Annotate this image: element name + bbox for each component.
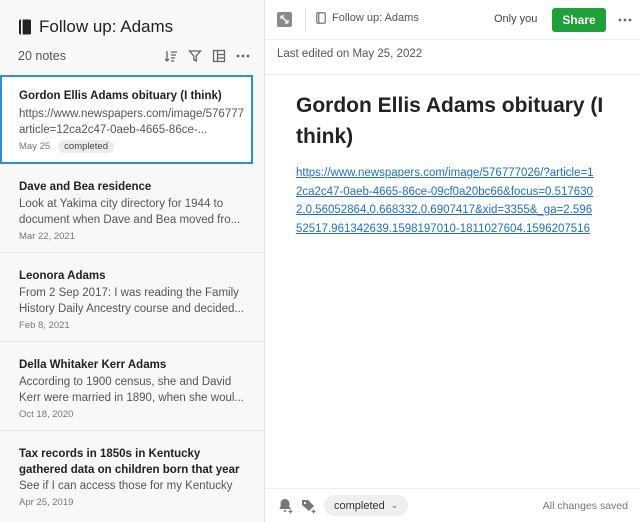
notebook-outline-icon (316, 12, 326, 24)
note-title-field[interactable]: Gordon Ellis Adams obituary (I think) (296, 90, 616, 152)
note-title: Dave and Bea residence (19, 181, 152, 193)
note-date: Apr 25, 2019 (19, 497, 74, 508)
notes-list: Gordon Ellis Adams obituary (I think) ht… (0, 75, 264, 521)
last-edited: Last edited on May 25, 2022 (277, 48, 423, 60)
note-card[interactable]: Gordon Ellis Adams obituary (I think) ht… (0, 75, 253, 164)
breadcrumb[interactable]: Follow up: Adams (316, 12, 419, 24)
note-date: Mar 22, 2021 (19, 231, 75, 242)
notebook-title: Follow up: Adams (39, 17, 174, 36)
tag-pill[interactable]: completed ⌄ (324, 495, 409, 516)
note-count: 20 notes (18, 49, 66, 63)
note-snippet: https://www.newspapers.com/image/5767770… (19, 108, 244, 136)
visibility-label[interactable]: Only you (494, 13, 537, 25)
breadcrumb-notebook: Follow up: Adams (332, 12, 419, 24)
editor-topbar: Follow up: Adams Only you Share (265, 0, 640, 40)
note-card[interactable]: Leonora Adams From 2 Sep 2017: I was rea… (0, 253, 264, 342)
note-link[interactable]: https://www.newspapers.com/image/5767770… (296, 164, 596, 238)
divider (305, 8, 306, 32)
note-meta: Feb 8, 2021 (19, 320, 264, 331)
note-snippet: From 2 Sep 2017: I was reading the Famil… (19, 287, 244, 315)
note-snippet: According to 1900 census, she and David … (19, 376, 244, 404)
note-snippet: Look at Yakima city directory for 1944 t… (19, 198, 241, 226)
chevron-down-icon: ⌄ (390, 500, 399, 510)
note-snippet: See if I can access those for my Kentuck… (19, 480, 233, 492)
sort-icon[interactable] (160, 47, 182, 65)
note-date: Feb 8, 2021 (19, 320, 70, 331)
save-status: All changes saved (542, 500, 628, 512)
note-card[interactable]: Tax records in 1850s in Kentucky gathere… (0, 431, 264, 521)
note-card[interactable]: Della Whitaker Kerr Adams According to 1… (0, 342, 264, 431)
note-date: May 25 (19, 141, 51, 152)
note-list-panel: Follow up: Adams 20 notes Gordon Ellis A… (0, 0, 265, 522)
list-toolbar: 20 notes (18, 46, 254, 66)
note-tag: completed (58, 140, 114, 153)
reminder-icon[interactable] (277, 497, 295, 515)
note-title: Tax records in 1850s in Kentucky gathere… (19, 448, 240, 476)
filter-icon[interactable] (184, 47, 206, 65)
share-button[interactable]: Share (552, 8, 606, 32)
tag-label: completed (334, 499, 385, 512)
note-card[interactable]: Dave and Bea residence Look at Yakima ci… (0, 164, 264, 253)
divider (265, 74, 640, 75)
note-title: Gordon Ellis Adams obituary (I think) (19, 90, 222, 102)
note-title: Leonora Adams (19, 270, 106, 282)
view-layout-icon[interactable] (208, 47, 230, 65)
notebook-icon (19, 19, 31, 35)
add-tag-icon[interactable] (300, 497, 318, 515)
note-meta: Oct 18, 2020 (19, 409, 264, 420)
editor-bottombar: completed ⌄ All changes saved (265, 488, 640, 522)
notebook-header: Follow up: Adams (18, 16, 173, 38)
more-actions-icon[interactable] (615, 10, 635, 30)
note-meta: May 25 completed (19, 140, 251, 153)
editor-panel: Follow up: Adams Only you Share Last edi… (265, 0, 640, 522)
note-title: Della Whitaker Kerr Adams (19, 359, 167, 371)
expand-icon[interactable] (277, 12, 292, 27)
note-meta: Mar 22, 2021 (19, 231, 264, 242)
note-date: Oct 18, 2020 (19, 409, 74, 420)
note-meta: Apr 25, 2019 (19, 497, 264, 508)
more-icon[interactable] (232, 47, 254, 65)
